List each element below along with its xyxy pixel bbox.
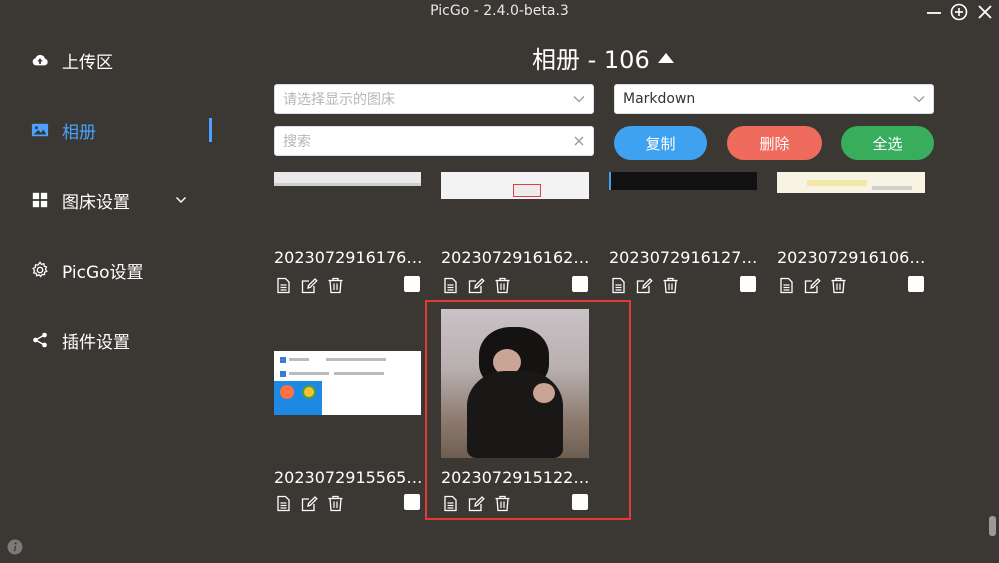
delete-button[interactable]: 删除 (727, 126, 822, 160)
select-checkbox[interactable] (740, 276, 756, 292)
link-format-value: Markdown (623, 91, 696, 107)
chevron-down-icon (573, 96, 585, 103)
trash-icon[interactable] (326, 494, 344, 512)
gear-icon (30, 260, 50, 280)
image-filename: 2023072916127… (609, 248, 758, 267)
share-icon (30, 330, 50, 350)
active-indicator (209, 118, 212, 142)
search-placeholder: 搜索 (283, 134, 311, 150)
copy-link-icon[interactable] (609, 276, 627, 294)
clear-icon[interactable] (573, 135, 585, 147)
info-icon[interactable] (7, 539, 23, 555)
image-thumbnail[interactable] (441, 172, 589, 199)
edit-icon[interactable] (635, 276, 653, 294)
image-actions (777, 276, 847, 294)
cloud-upload-icon (30, 50, 50, 70)
sidebar-item-label: 图床设置 (62, 192, 130, 213)
trash-icon[interactable] (493, 276, 511, 294)
sidebar-item-label: PicGo设置 (62, 262, 144, 283)
highlight-box (425, 300, 631, 520)
select-all-button[interactable]: 全选 (841, 126, 934, 160)
sidebar-item-album[interactable]: 相册 (30, 115, 96, 145)
scrollbar-thumb[interactable] (989, 516, 996, 536)
image-actions (274, 494, 344, 512)
select-checkbox[interactable] (908, 276, 924, 292)
title-bar: PicGo - 2.4.0-beta.3 (0, 0, 999, 26)
edit-icon[interactable] (300, 494, 318, 512)
window-title: PicGo - 2.4.0-beta.3 (430, 3, 569, 19)
image-filename: 2023072916106… (777, 248, 926, 267)
select-checkbox[interactable] (404, 276, 420, 292)
sidebar-item-picbed-settings[interactable]: 图床设置 (30, 185, 130, 215)
image-thumbnail[interactable] (609, 172, 757, 190)
link-format-select[interactable]: Markdown (614, 84, 934, 114)
sidebar-item-label: 相册 (62, 122, 96, 143)
image-filename: 2023072916162… (441, 248, 590, 267)
maximize-icon[interactable] (948, 1, 970, 23)
copy-link-icon[interactable] (777, 276, 795, 294)
sidebar-item-plugin-settings[interactable]: 插件设置 (30, 325, 130, 355)
edit-icon[interactable] (467, 276, 485, 294)
image-thumbnail[interactable] (777, 172, 925, 193)
copy-button[interactable]: 复制 (614, 126, 707, 160)
image-thumbnail[interactable] (274, 351, 421, 415)
trash-icon[interactable] (661, 276, 679, 294)
copy-link-icon[interactable] (274, 494, 292, 512)
image-filename: 2023072916176… (274, 248, 423, 267)
image-actions (609, 276, 679, 294)
edit-icon[interactable] (803, 276, 821, 294)
select-checkbox[interactable] (572, 276, 588, 292)
close-icon[interactable] (974, 1, 996, 23)
copy-link-icon[interactable] (274, 276, 292, 294)
chevron-down-icon[interactable] (175, 194, 187, 206)
trash-icon[interactable] (326, 276, 344, 294)
image-thumbnail[interactable] (274, 172, 421, 186)
sidebar-item-upload[interactable]: 上传区 (30, 45, 113, 75)
sidebar-item-label: 插件设置 (62, 332, 130, 353)
picbed-filter-select[interactable]: 请选择显示的图床 (274, 84, 594, 114)
image-icon (30, 120, 50, 140)
image-filename: 2023072915565… (274, 468, 423, 487)
chevron-down-icon (913, 96, 925, 103)
image-actions (441, 276, 511, 294)
caret-up-icon (657, 53, 674, 63)
trash-icon[interactable] (829, 276, 847, 294)
copy-link-icon[interactable] (441, 276, 459, 294)
sidebar-item-picgo-settings[interactable]: PicGo设置 (30, 255, 144, 285)
search-input[interactable]: 搜索 (274, 126, 594, 156)
sidebar-item-label: 上传区 (62, 52, 113, 73)
album-count-title: 相册 - 106 (532, 46, 650, 74)
page-title[interactable]: 相册 - 106 (532, 40, 674, 75)
edit-icon[interactable] (300, 276, 318, 294)
minimize-icon[interactable] (923, 1, 945, 23)
picbed-filter-placeholder: 请选择显示的图床 (283, 92, 395, 108)
select-checkbox[interactable] (404, 494, 420, 510)
grid-icon (30, 190, 50, 210)
image-actions (274, 276, 344, 294)
